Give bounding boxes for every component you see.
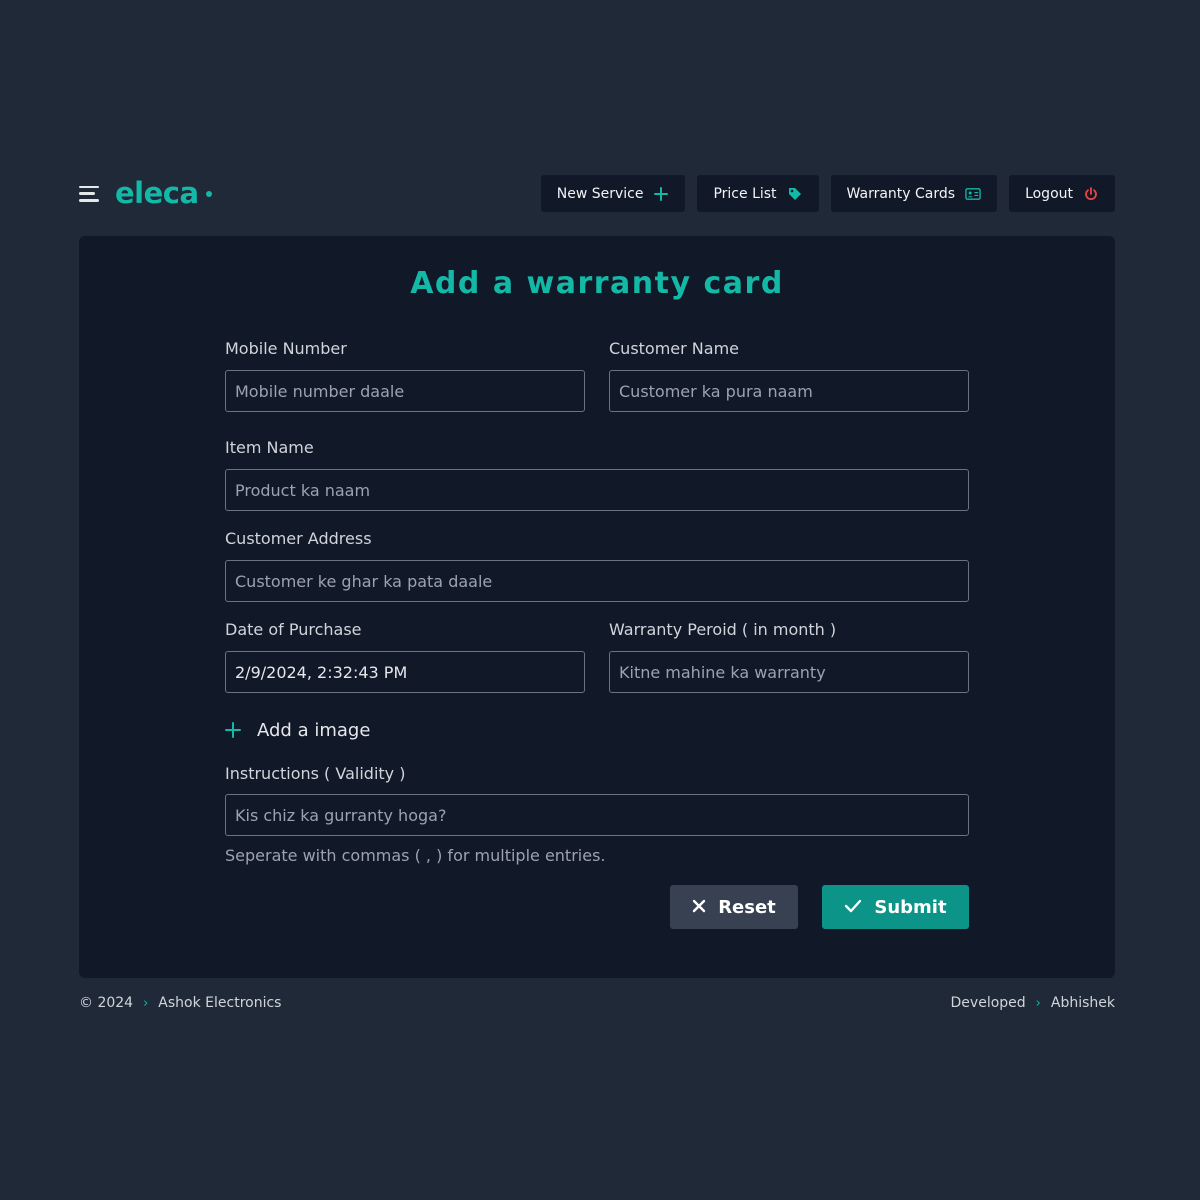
warranty-cards-button[interactable]: Warranty Cards (830, 175, 998, 212)
check-icon (844, 897, 862, 918)
nav-label: New Service (556, 185, 644, 202)
item-name-input[interactable] (225, 469, 969, 511)
nav-label: Price List (713, 185, 777, 202)
logout-button[interactable]: Logout (1009, 175, 1115, 212)
developed-text: Developed (950, 995, 1026, 1011)
logo-dot (205, 190, 212, 197)
header: eleca New Service Price List Warranty Ca… (79, 175, 1115, 212)
submit-button[interactable]: Submit (822, 885, 969, 929)
brand: eleca (79, 175, 212, 212)
warranty-period-label: Warranty Peroid ( in month ) (609, 620, 837, 639)
footer-right: Developed › Abhishek (951, 995, 1115, 1011)
item-name-label: Item Name (225, 438, 314, 457)
page: eleca New Service Price List Warranty Ca… (79, 175, 1115, 1011)
customer-name-input[interactable] (609, 370, 969, 412)
developer-name[interactable]: Abhishek (1051, 995, 1115, 1011)
reset-button[interactable]: Reset (670, 885, 798, 929)
footer: © 2024 › Ashok Electronics Developed › A… (79, 995, 1115, 1015)
power-icon (1083, 186, 1099, 202)
submit-label: Submit (874, 896, 947, 918)
mobile-number-label: Mobile Number (225, 339, 347, 358)
mobile-number-input[interactable] (225, 370, 585, 412)
top-nav: New Service Price List Warranty Cards Lo… (540, 175, 1115, 212)
logo[interactable]: eleca (115, 176, 199, 210)
plus-icon (653, 186, 669, 202)
customer-name-label: Customer Name (609, 339, 740, 358)
nav-label: Warranty Cards (846, 185, 956, 202)
price-list-button[interactable]: Price List (697, 175, 819, 212)
warranty-period-input[interactable] (609, 651, 969, 693)
reset-label: Reset (718, 896, 776, 918)
close-icon (692, 897, 706, 918)
instructions-input[interactable] (225, 794, 969, 836)
instructions-label: Instructions ( Validity ) (225, 764, 406, 783)
warranty-form-card: Add a warranty card Mobile Number Custom… (79, 236, 1115, 978)
customer-address-input[interactable] (225, 560, 969, 602)
hamburger-menu-icon[interactable] (79, 185, 99, 202)
id-card-icon (965, 186, 981, 202)
date-of-purchase-label: Date of Purchase (225, 620, 362, 639)
date-of-purchase-input[interactable] (225, 651, 585, 693)
instructions-hint: Seperate with commas ( , ) for multiple … (225, 846, 606, 865)
company-name: Ashok Electronics (158, 995, 282, 1011)
form-title: Add a warranty card (410, 266, 784, 301)
copyright-text: © 2024 (79, 995, 134, 1011)
add-image-label: Add a image (257, 719, 371, 741)
footer-left: © 2024 › Ashok Electronics (79, 995, 281, 1011)
chevron-right-icon: › (143, 995, 149, 1011)
chevron-right-icon: › (1035, 995, 1041, 1011)
add-image-button[interactable]: Add a image (225, 718, 370, 742)
nav-label: Logout (1025, 185, 1073, 202)
tag-icon (787, 186, 803, 202)
new-service-button[interactable]: New Service (540, 175, 686, 212)
customer-address-label: Customer Address (225, 529, 372, 548)
plus-icon (225, 718, 241, 742)
